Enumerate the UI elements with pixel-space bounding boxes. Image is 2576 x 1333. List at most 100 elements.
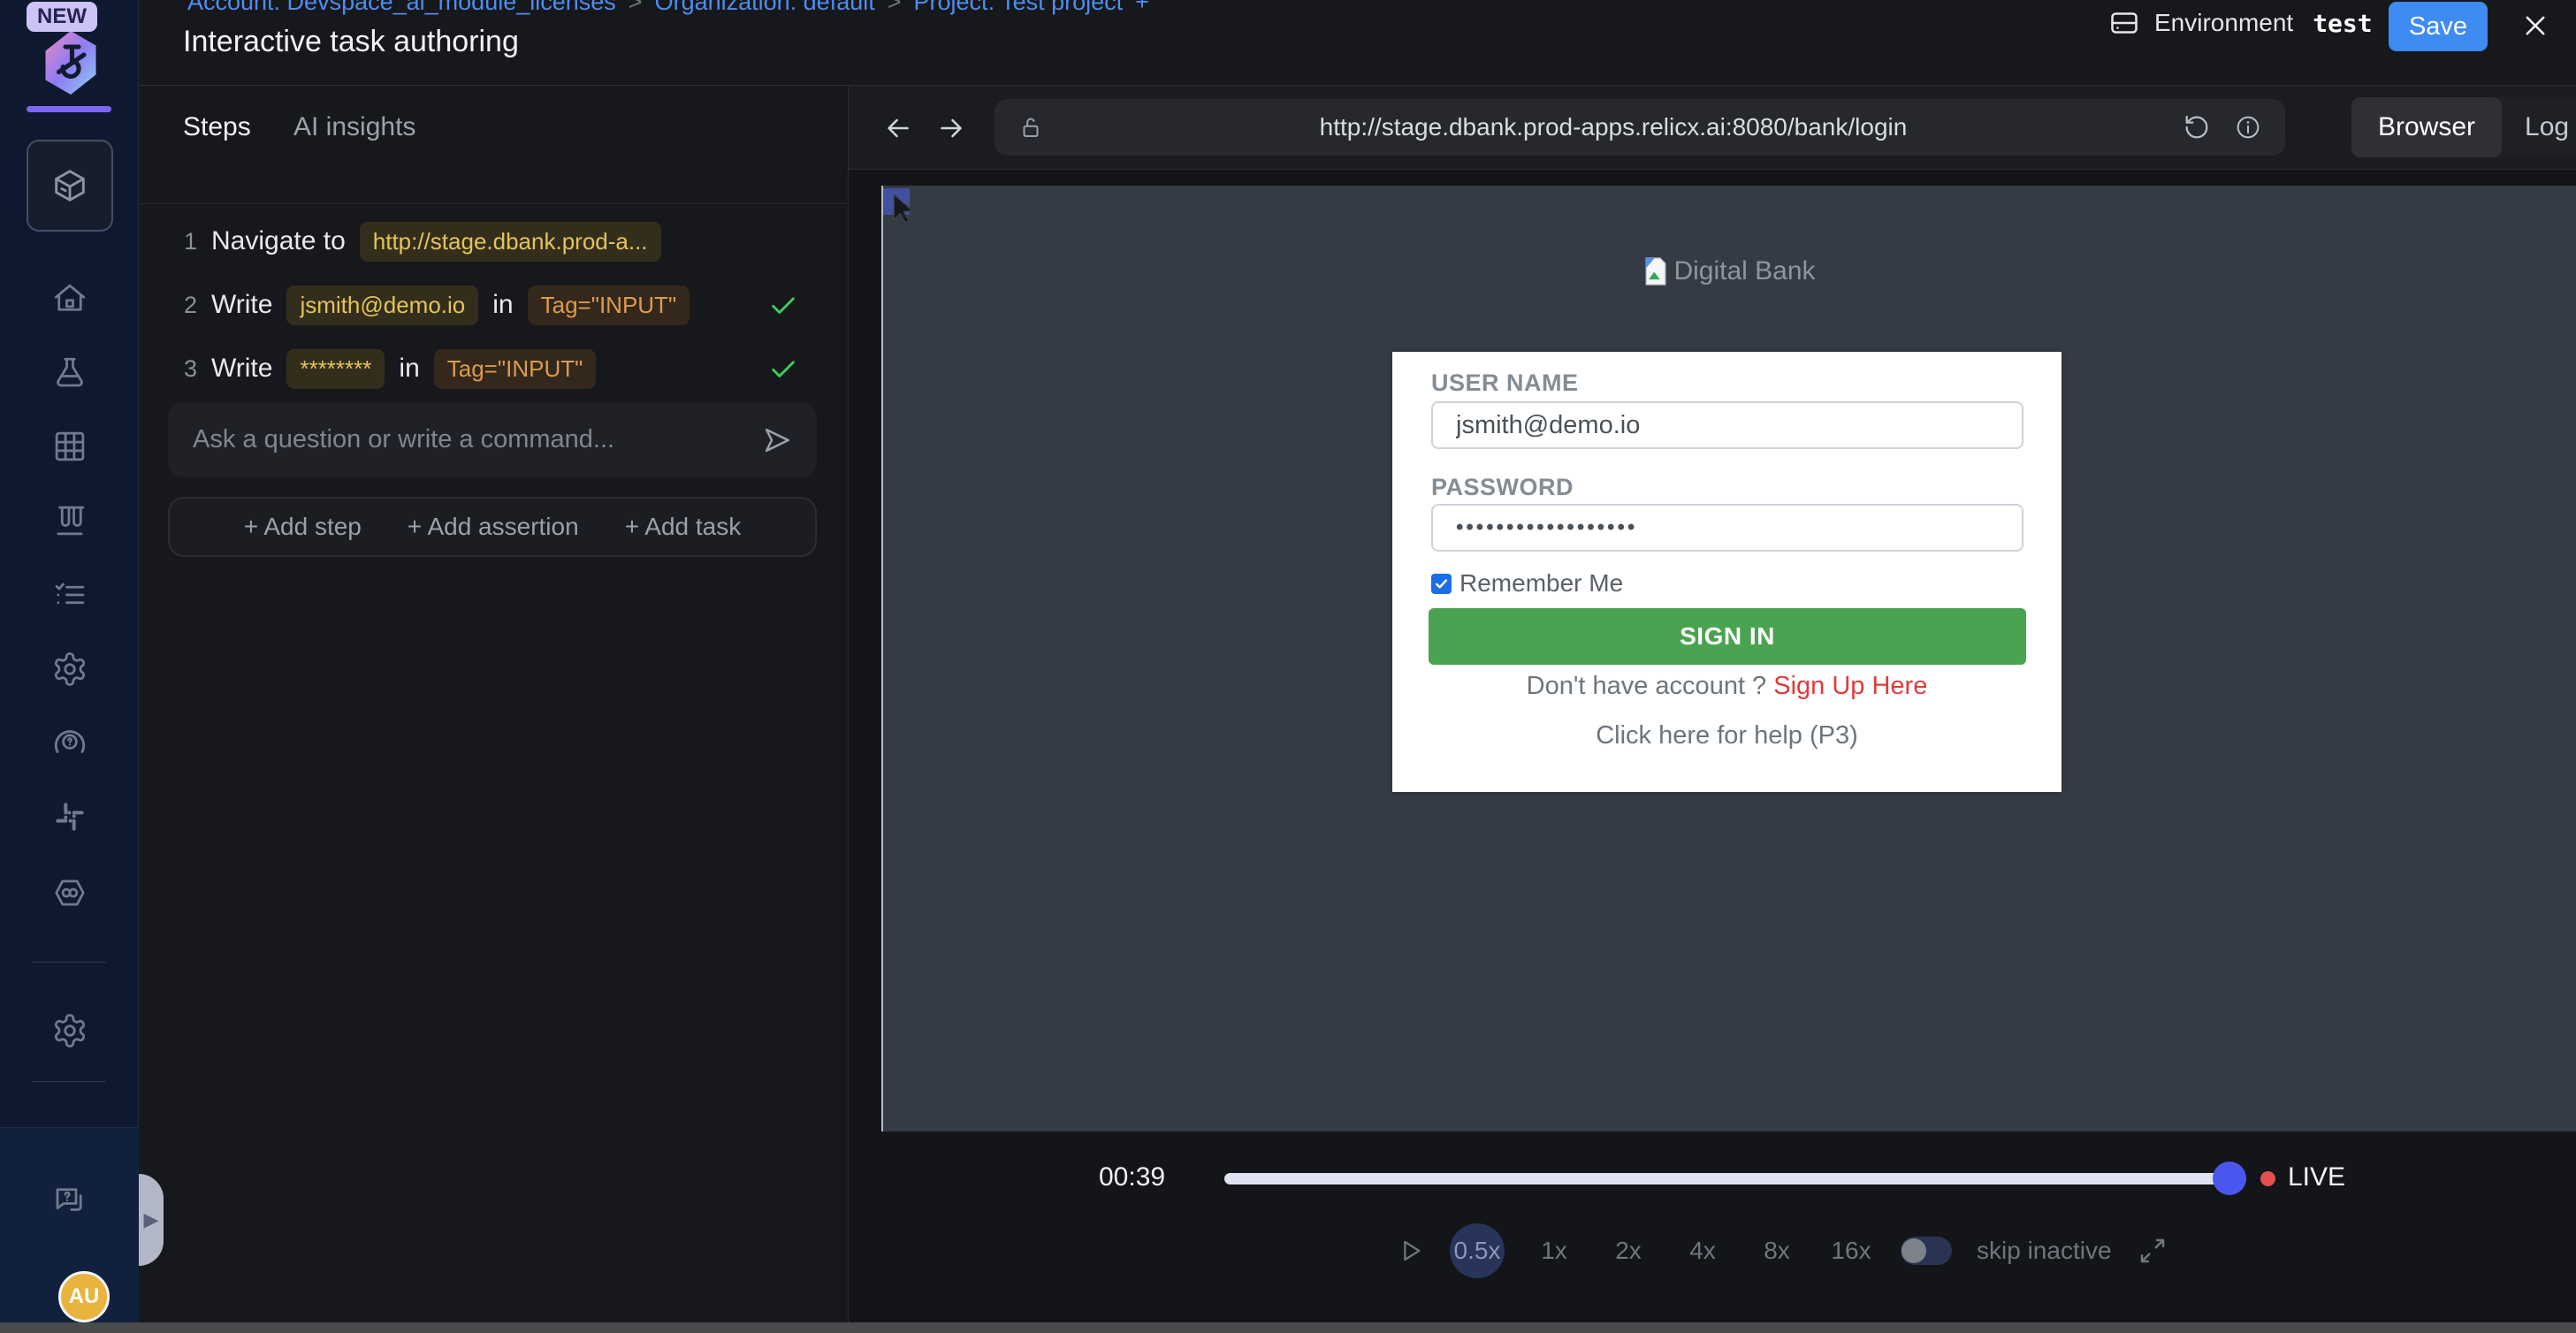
test-tubes-icon bbox=[51, 502, 88, 539]
signup-row: Don't have account ? Sign Up Here bbox=[1392, 672, 2062, 701]
tab-browser[interactable]: Browser bbox=[2351, 97, 2502, 157]
signup-prefix: Don't have account ? bbox=[1527, 672, 1774, 700]
step-number: 2 bbox=[171, 292, 197, 319]
add-assertion-button[interactable]: + Add assertion bbox=[408, 513, 579, 541]
save-button[interactable]: Save bbox=[2389, 2, 2488, 51]
tab-ai-insights[interactable]: AI insights bbox=[293, 112, 415, 142]
breadcrumb-add-icon[interactable]: + bbox=[1135, 0, 1149, 16]
live-label: LIVE bbox=[2288, 1162, 2345, 1192]
fullscreen-icon[interactable] bbox=[2137, 1235, 2168, 1267]
view-mode-tabs: Browser Log bbox=[2351, 97, 2576, 157]
horizontal-scrollbar[interactable] bbox=[0, 1322, 2576, 1333]
send-icon[interactable] bbox=[760, 423, 794, 457]
sidebar-item-home[interactable] bbox=[50, 279, 89, 318]
sidebar-item-modules[interactable] bbox=[27, 140, 113, 232]
gear-icon bbox=[51, 1012, 88, 1049]
tab-log[interactable]: Log bbox=[2502, 112, 2576, 142]
speed-chip-0.5x[interactable]: 0.5x bbox=[1450, 1223, 1505, 1278]
step-action-text: Write bbox=[211, 290, 272, 320]
app-logo[interactable] bbox=[39, 28, 103, 97]
url-bar[interactable]: http://stage.dbank.prod-apps.relicx.ai:8… bbox=[995, 99, 2285, 156]
url-text[interactable]: http://stage.dbank.prod-apps.relicx.ai:8… bbox=[1044, 113, 2183, 141]
sidebar-item-help-center[interactable] bbox=[50, 723, 89, 762]
step-success-check-icon bbox=[768, 290, 798, 320]
speed-chip-16x[interactable]: 16x bbox=[1826, 1226, 1876, 1276]
speed-chips: 0.5x 1x 2x 4x 8x 16x bbox=[1450, 1223, 1876, 1278]
avatar[interactable]: AU bbox=[58, 1271, 110, 1322]
cursor-icon bbox=[887, 191, 922, 226]
slack-icon bbox=[52, 799, 88, 834]
site-brand: Digital Bank bbox=[883, 256, 2576, 286]
step-connector-text: in bbox=[492, 290, 513, 320]
header: Account: Devspace_ai_module_licenses > Org… bbox=[139, 0, 2576, 86]
sidebar-item-integrations[interactable] bbox=[50, 873, 89, 912]
info-icon[interactable] bbox=[2234, 113, 2262, 141]
step-row[interactable]: 2 Write jsmith@demo.io in Tag="INPUT" bbox=[171, 282, 825, 328]
playback-controls: 0.5x1x2x4x8x16x skip inactive bbox=[1397, 1223, 2168, 1279]
step-target-badge[interactable]: Tag="INPUT" bbox=[434, 349, 597, 389]
close-icon[interactable] bbox=[2520, 11, 2550, 41]
steps-tabs: Steps AI insights bbox=[139, 86, 848, 204]
checklist-icon bbox=[51, 576, 88, 613]
sidebar-item-support-chat[interactable] bbox=[50, 1181, 89, 1220]
seek-thumb[interactable] bbox=[2213, 1162, 2246, 1195]
step-target-badge[interactable]: Tag="INPUT" bbox=[528, 286, 690, 325]
sidebar-item-tests[interactable] bbox=[50, 354, 89, 392]
sidebar-item-settings[interactable] bbox=[50, 650, 89, 689]
refresh-icon[interactable] bbox=[2183, 113, 2211, 141]
browser-viewport: Digital Bank USER NAME PASSWORD Remember… bbox=[881, 186, 2576, 1131]
browser-toolbar: http://stage.dbank.prod-apps.relicx.ai:8… bbox=[849, 86, 2576, 170]
breadcrumb-link[interactable]: Account: Devspace_ai_module_licenses bbox=[187, 0, 616, 16]
username-field[interactable] bbox=[1431, 401, 2023, 449]
step-value-badge[interactable]: jsmith@demo.io bbox=[286, 286, 478, 325]
breadcrumb-separator: > bbox=[629, 0, 643, 16]
breadcrumb-link[interactable]: Project: Test project bbox=[914, 0, 1124, 16]
live-dot bbox=[2260, 1171, 2275, 1186]
help-search-icon bbox=[51, 724, 88, 761]
help-link[interactable]: Click here for help (P3) bbox=[1392, 721, 2062, 750]
forward-icon[interactable] bbox=[935, 112, 967, 144]
breadcrumb-link[interactable]: Organization: default bbox=[655, 0, 875, 16]
tab-steps[interactable]: Steps bbox=[183, 112, 251, 142]
home-icon bbox=[51, 280, 88, 317]
new-badge: NEW bbox=[27, 2, 97, 32]
sidebar-item-admin-settings[interactable] bbox=[50, 1011, 89, 1050]
environment-icon bbox=[2108, 7, 2140, 39]
add-task-button[interactable]: + Add task bbox=[625, 513, 742, 541]
sign-in-button[interactable]: SIGN IN bbox=[1429, 608, 2026, 665]
speed-chip-1x[interactable]: 1x bbox=[1529, 1226, 1579, 1276]
environment-label: Environment bbox=[2154, 9, 2293, 37]
step-row[interactable]: 1Navigate tohttp://stage.dbank.prod-a... bbox=[171, 218, 825, 264]
page-title: Interactive task authoring bbox=[183, 25, 519, 59]
skip-inactive-toggle[interactable] bbox=[1901, 1237, 1952, 1265]
seek-bar[interactable] bbox=[1224, 1173, 2228, 1184]
step-value-badge[interactable]: ******** bbox=[286, 349, 385, 389]
command-input[interactable] bbox=[168, 425, 760, 454]
back-icon[interactable] bbox=[882, 112, 914, 144]
remember-me-label[interactable]: Remember Me bbox=[1459, 569, 1623, 598]
step-row[interactable]: 3Write********inTag="INPUT" bbox=[171, 346, 825, 392]
signup-link[interactable]: Sign Up Here bbox=[1773, 672, 1927, 700]
password-field[interactable] bbox=[1431, 504, 2023, 552]
sidebar-item-task-list[interactable] bbox=[50, 575, 89, 614]
add-step-button[interactable]: + Add step bbox=[244, 513, 362, 541]
grid-icon bbox=[51, 428, 88, 465]
speed-chip-4x[interactable]: 4x bbox=[1678, 1226, 1727, 1276]
gear-icon bbox=[51, 651, 88, 688]
step-value-badge[interactable]: http://stage.dbank.prod-a... bbox=[360, 222, 661, 262]
sidebar-divider bbox=[32, 962, 106, 963]
step-success-check-icon bbox=[768, 354, 798, 384]
sidebar-item-slack[interactable] bbox=[50, 797, 89, 836]
login-card: USER NAME PASSWORD Remember Me SIGN IN D… bbox=[1392, 352, 2062, 792]
sidebar-item-test-runs[interactable] bbox=[50, 501, 89, 540]
command-box bbox=[168, 402, 817, 477]
remember-me-checkbox[interactable] bbox=[1431, 574, 1452, 594]
speed-chip-8x[interactable]: 8x bbox=[1752, 1226, 1802, 1276]
speed-chip-2x[interactable]: 2x bbox=[1604, 1226, 1653, 1276]
chat-help-icon bbox=[51, 1182, 88, 1219]
playback-time: 00:39 bbox=[1099, 1162, 1165, 1192]
play-icon[interactable] bbox=[1397, 1237, 1425, 1265]
sidebar-item-data-grid[interactable] bbox=[50, 427, 89, 466]
sidebar-collapse-handle[interactable]: ▶ bbox=[139, 1174, 164, 1266]
step-action-text: Navigate to bbox=[211, 226, 346, 256]
